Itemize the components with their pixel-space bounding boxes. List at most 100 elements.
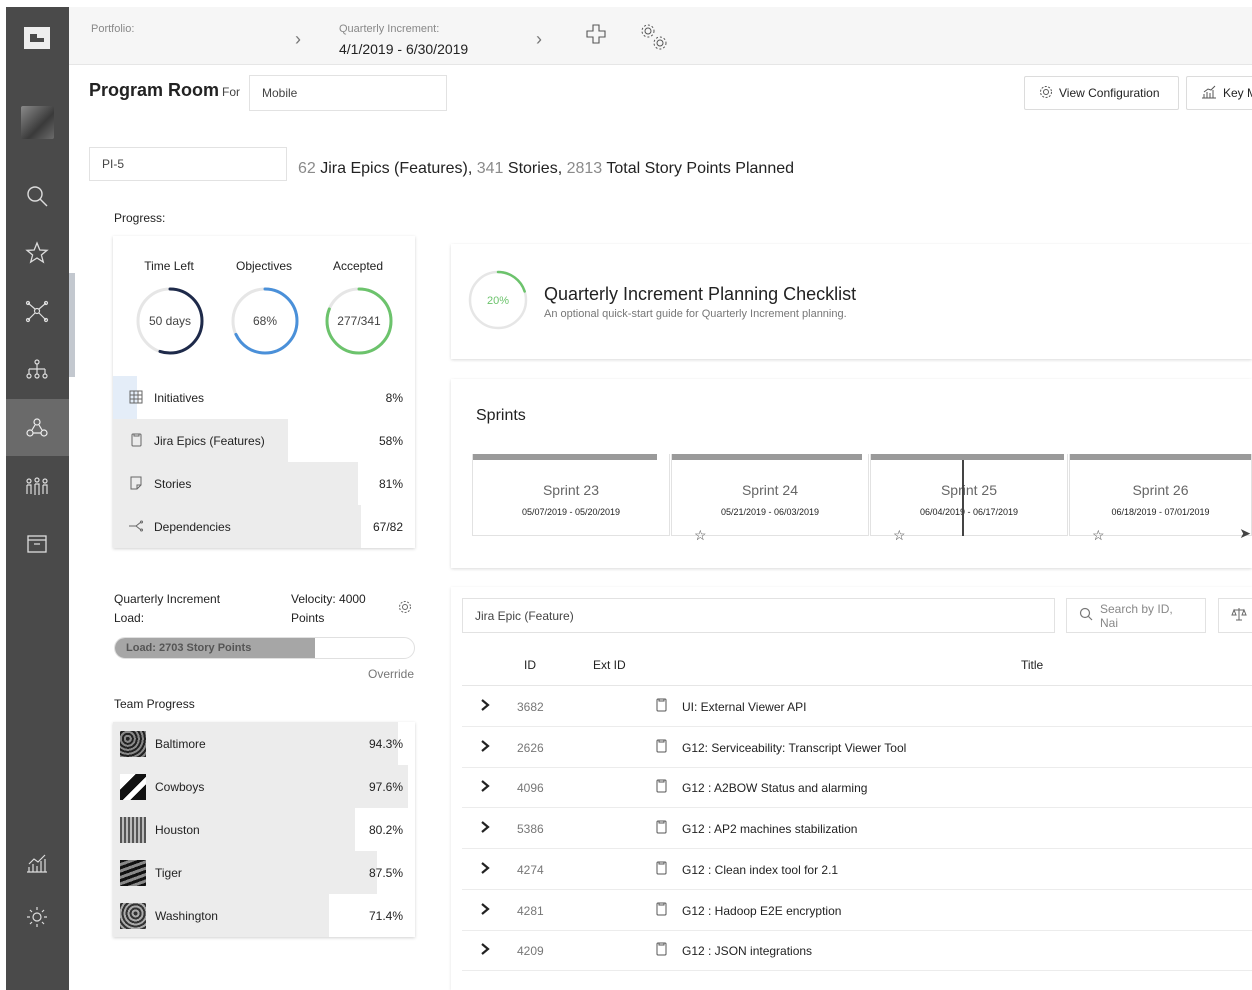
program-icon[interactable] [24, 415, 50, 441]
row-id: 4209 [517, 944, 544, 959]
team-name: Cowboys [155, 780, 205, 794]
search-icon[interactable] [24, 183, 50, 209]
checklist-card[interactable]: 20% Quarterly Increment Planning Checkli… [451, 244, 1252, 359]
network-icon[interactable] [24, 298, 50, 324]
progress-row-stories[interactable]: Stories 81% [113, 462, 415, 505]
archive-icon[interactable] [24, 531, 50, 557]
today-marker [962, 460, 964, 536]
row-title[interactable]: G12 : JSON integrations [682, 944, 812, 958]
team-row-washington[interactable]: Washington 71.4% [113, 894, 415, 937]
row-title[interactable]: G12 : Clean index tool for 2.1 [682, 863, 838, 877]
search-input[interactable]: Search by ID, Nai [1066, 598, 1206, 633]
document-icon [656, 739, 667, 753]
expand-chevron-icon[interactable] [480, 779, 490, 793]
dependency-icon [129, 519, 143, 533]
chevron-right-icon: › [295, 29, 301, 49]
column-ext-id[interactable]: Ext ID [593, 658, 626, 672]
sprint-dates: 05/21/2019 - 06/03/2019 [720, 507, 820, 517]
key-metrics-button[interactable]: Key M [1186, 76, 1252, 110]
expand-chevron-icon[interactable] [480, 942, 490, 956]
table-row[interactable]: 4096 G12 : A2BOW Status and alarming [462, 767, 1252, 809]
progress-row-value: 58% [378, 434, 403, 448]
table-row[interactable]: 3682 UI: External Viewer API [462, 686, 1252, 727]
chart-icon [1201, 85, 1217, 102]
row-title[interactable]: UI: External Viewer API [682, 700, 807, 714]
epics-label: Jira Epics (Features), [320, 160, 473, 177]
team-value: 80.2% [368, 823, 403, 837]
team-avatar [120, 774, 146, 800]
team-select[interactable]: Mobile [249, 75, 447, 111]
story-icon [129, 476, 143, 490]
hierarchy-icon[interactable] [24, 357, 50, 383]
table-row[interactable]: 2626 G12: Serviceability: Transcript View… [462, 727, 1252, 768]
reports-icon[interactable] [24, 850, 50, 876]
balance-button[interactable] [1218, 598, 1252, 633]
star-icon[interactable]: ☆ [1092, 527, 1105, 544]
row-title[interactable]: G12 : A2BOW Status and alarming [682, 781, 867, 795]
expand-chevron-icon[interactable] [480, 902, 490, 916]
sprint-column[interactable]: Sprint 23 05/07/2019 - 05/20/2019 [472, 454, 670, 536]
column-id[interactable]: ID [524, 658, 536, 672]
progress-row-epics[interactable]: Jira Epics (Features) 58% [113, 419, 415, 462]
row-title[interactable]: G12: Serviceability: Transcript Viewer T… [682, 741, 906, 755]
expand-chevron-icon[interactable] [480, 739, 490, 753]
override-link[interactable]: Override [368, 667, 414, 681]
increment-value[interactable]: 4/1/2019 - 6/30/2019 [339, 41, 468, 57]
row-id: 2626 [517, 740, 544, 755]
settings-icon[interactable] [24, 904, 50, 930]
star-icon[interactable]: ☆ [893, 527, 906, 544]
team-name: Houston [155, 823, 200, 837]
team-avatar [120, 903, 146, 929]
star-icon[interactable] [24, 240, 50, 266]
add-icon[interactable] [586, 24, 606, 49]
view-configuration-button[interactable]: View Configuration [1024, 76, 1179, 110]
sidebar-edge-highlight [69, 273, 75, 377]
search-icon [1079, 607, 1093, 624]
sprint-column[interactable]: Sprint 25 06/04/2019 - 06/17/2019 ☆ [870, 454, 1068, 543]
increment-label: Quarterly Increment: [339, 23, 440, 35]
table-row[interactable]: 4281 G12 : Hadoop E2E encryption [462, 890, 1252, 931]
team-row-tiger[interactable]: Tiger 87.5% [113, 851, 415, 894]
type-filter-select[interactable]: Jira Epic (Feature) [462, 598, 1055, 633]
expand-chevron-icon[interactable] [480, 820, 490, 834]
team-row-baltimore[interactable]: Baltimore 94.3% [113, 722, 415, 765]
table-row[interactable]: 4274 G12 : Clean index tool for 2.1 [462, 849, 1252, 890]
progress-row-value: 8% [385, 391, 403, 405]
expand-chevron-icon[interactable] [480, 861, 490, 875]
avatar[interactable] [21, 106, 54, 139]
gauge-label-time-left: Time Left [144, 259, 194, 273]
sprint-name: Sprint 26 [1132, 482, 1189, 498]
pi-select[interactable]: PI-5 [89, 147, 287, 181]
teams-icon[interactable] [24, 474, 50, 500]
team-avatar [120, 860, 146, 886]
sprint-dates: 05/07/2019 - 05/20/2019 [521, 507, 621, 517]
progress-fill [113, 462, 358, 505]
grid-icon [129, 390, 143, 404]
search-placeholder: Search by ID, Nai [1100, 601, 1173, 630]
team-value: 71.4% [368, 909, 403, 923]
team-row-cowboys[interactable]: Cowboys 97.6% [113, 765, 415, 808]
logo-icon[interactable] [24, 27, 50, 49]
stories-count: 341 [476, 160, 504, 177]
gears-icon[interactable] [638, 21, 672, 60]
table-row[interactable]: 4209 G12 : JSON integrations [462, 930, 1252, 972]
load-settings-icon[interactable] [398, 600, 412, 619]
expand-chevron-icon[interactable] [480, 698, 490, 712]
sprint-column[interactable]: Sprint 24 05/21/2019 - 06/03/2019 ☆ [671, 454, 869, 543]
progress-row-dependencies[interactable]: Dependencies 67/82 [113, 505, 415, 548]
column-title[interactable]: Title [1021, 658, 1043, 672]
sprint-column[interactable]: Sprint 26 06/18/2019 - 07/01/2019 ☆ ➤ [1069, 454, 1252, 543]
team-avatar [120, 817, 146, 843]
progress-row-initiatives[interactable]: Initiatives 8% [113, 376, 415, 419]
table-row[interactable]: 5386 G12 : AP2 machines stabilization [462, 808, 1252, 850]
stories-label: Stories, [507, 160, 563, 177]
row-title[interactable]: G12 : AP2 machines stabilization [682, 822, 857, 836]
document-icon [656, 942, 667, 956]
row-title[interactable]: G12 : Hadoop E2E encryption [682, 904, 841, 918]
sprint-name: Sprint 25 [940, 482, 998, 498]
team-row-houston[interactable]: Houston 80.2% [113, 808, 415, 851]
scroll-right-icon[interactable]: ➤ [1239, 525, 1251, 542]
objectives-value: 68% [252, 314, 278, 328]
team-progress-label: Team Progress [114, 697, 195, 711]
star-icon[interactable]: ☆ [694, 527, 707, 544]
